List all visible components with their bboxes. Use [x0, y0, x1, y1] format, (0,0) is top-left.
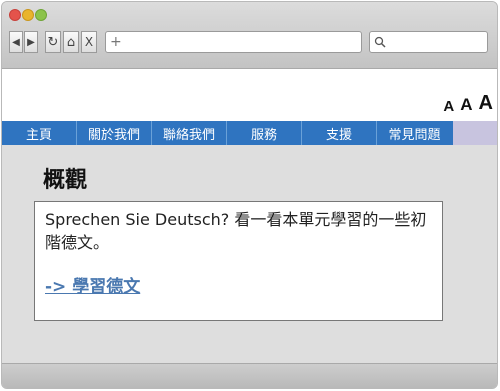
forward-icon: ▶ — [27, 36, 35, 48]
nav-services[interactable]: 服務 — [227, 121, 302, 145]
browser-toolbar: ◀ ▶ ↻ ⌂ X + — [2, 2, 497, 69]
status-bar — [2, 363, 497, 388]
search-icon — [374, 36, 386, 48]
close-icon: X — [84, 35, 94, 49]
stop-button[interactable]: X — [81, 31, 97, 53]
font-size-medium[interactable]: A — [460, 95, 472, 115]
page-header — [2, 69, 497, 121]
browser-window: ◀ ▶ ↻ ⌂ X + A A A 主頁 關於我們 聯絡我們 服務 支援 常見問… — [1, 1, 498, 389]
zoom-window-button[interactable] — [35, 9, 47, 21]
back-icon: ◀ — [12, 36, 20, 48]
nav-home[interactable]: 主頁 — [2, 121, 77, 145]
nav-about[interactable]: 關於我們 — [77, 121, 152, 145]
font-size-controls: A A A — [443, 92, 493, 115]
new-tab-icon[interactable]: + — [110, 34, 122, 50]
page-title: 概觀 — [43, 168, 88, 193]
nav-support[interactable]: 支援 — [302, 121, 377, 145]
forward-button[interactable]: ▶ — [24, 31, 38, 53]
nav-tail — [453, 121, 497, 145]
font-size-large[interactable]: A — [479, 92, 493, 115]
back-button[interactable]: ◀ — [9, 31, 23, 53]
learn-german-link[interactable]: -> 學習德文 — [45, 272, 140, 297]
font-size-small[interactable]: A — [443, 98, 454, 115]
minimize-window-button[interactable] — [22, 9, 34, 21]
content-box: Sprechen Sie Deutsch? 看一看本單元學習的一些初階德文。 -… — [34, 201, 443, 321]
main-nav: 主頁 關於我們 聯絡我們 服務 支援 常見問題 — [2, 121, 453, 145]
content-body: Sprechen Sie Deutsch? 看一看本單元學習的一些初階德文。 — [45, 210, 427, 252]
reload-icon: ↻ — [47, 34, 59, 50]
home-button[interactable]: ⌂ — [63, 31, 79, 53]
reload-button[interactable]: ↻ — [45, 31, 61, 53]
nav-faq[interactable]: 常見問題 — [377, 121, 452, 145]
close-window-button[interactable] — [9, 9, 21, 21]
search-input[interactable] — [369, 31, 488, 53]
home-icon: ⌂ — [66, 34, 76, 50]
nav-contact[interactable]: 聯絡我們 — [152, 121, 227, 145]
address-bar[interactable]: + — [105, 31, 362, 53]
